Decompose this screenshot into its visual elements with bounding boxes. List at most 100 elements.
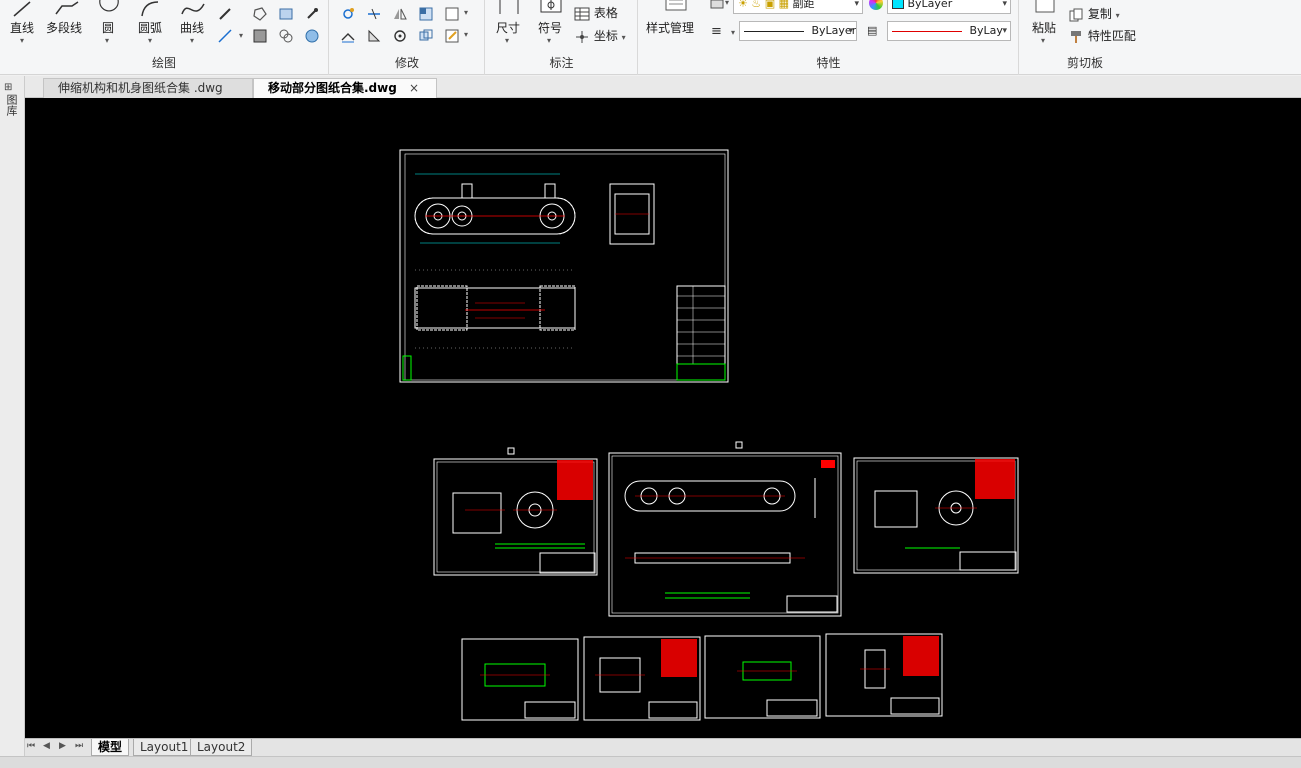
copy-icon — [1069, 8, 1083, 21]
move-icon[interactable] — [340, 6, 356, 22]
offset-icon[interactable] — [340, 28, 356, 44]
paste-dropdown-arrow[interactable]: ▾ — [1041, 36, 1045, 45]
drawing-canvas[interactable] — [25, 98, 1301, 738]
linetype-sample — [744, 30, 804, 32]
polyline-label: 多段线 — [46, 21, 83, 35]
panel-clipboard-label: 剪切板 — [1066, 56, 1103, 70]
dimension-icon — [499, 0, 519, 14]
edit-dropdown-arrow[interactable]: ▾ — [464, 30, 468, 39]
left-side-panel: ⊞ 图库 — [0, 76, 25, 768]
scale-icon[interactable] — [366, 28, 382, 44]
tab-layout1[interactable]: Layout1 — [133, 739, 196, 756]
last-layout-button[interactable]: ⏭ — [75, 741, 83, 751]
tab-layout2[interactable]: Layout2 — [190, 739, 253, 756]
construction-line-icon[interactable] — [217, 28, 233, 44]
coordinate-dropdown-arrow[interactable]: ▾ — [622, 33, 626, 42]
lineweight-value: ByLay — [969, 24, 1003, 37]
line-dropdown-arrow[interactable]: ▾ — [20, 36, 24, 45]
cloud-icon[interactable] — [304, 28, 320, 44]
line-label: 直线 — [10, 21, 35, 35]
dimension-button[interactable]: 尺寸 ▾ — [494, 0, 524, 50]
status-bar — [0, 756, 1301, 768]
copy-object-icon[interactable] — [418, 28, 434, 44]
color-wheel-icon[interactable] — [869, 0, 883, 10]
layer-props-dropdown-arrow[interactable]: ▾ — [725, 0, 729, 7]
sheet-small-1[interactable] — [461, 638, 579, 721]
sheet-small-3[interactable] — [704, 635, 821, 719]
paste-icon — [1035, 0, 1055, 13]
rectangle-icon[interactable] — [444, 6, 460, 22]
sheet-frame-part[interactable] — [608, 452, 842, 617]
region-icon[interactable] — [252, 6, 268, 22]
line-button[interactable]: 直线 ▾ — [6, 0, 42, 50]
next-layout-button[interactable]: ▶ — [59, 741, 66, 751]
model-space-drawing — [399, 149, 1019, 721]
curve-dropdown-arrow[interactable]: ▾ — [190, 36, 194, 45]
tab-model[interactable]: 模型 — [91, 739, 130, 756]
edit-icon[interactable] — [444, 28, 460, 44]
library-panel-icon[interactable]: ⊞ — [4, 82, 12, 93]
point-icon[interactable] — [304, 6, 320, 22]
sheet-part-left[interactable] — [433, 458, 598, 576]
table-button[interactable]: 表格 — [574, 4, 618, 22]
coordinate-icon — [576, 30, 588, 43]
lineweight-combo[interactable]: ByLay ▾ — [887, 21, 1011, 41]
layer-value: 副距 — [792, 0, 815, 10]
style-manager-icon — [665, 0, 687, 11]
table-label: 表格 — [593, 6, 618, 20]
circle-dropdown-arrow[interactable]: ▾ — [105, 36, 109, 45]
style-manager-button[interactable]: 样式管理 — [645, 0, 709, 50]
hatch-icon[interactable] — [252, 28, 268, 44]
symbol-button[interactable]: 符号 ▾ — [536, 0, 566, 50]
linetype-combo[interactable]: ByLayer ▾ — [739, 21, 857, 41]
construction-dropdown-arrow[interactable]: ▾ — [239, 31, 243, 40]
pen-icon[interactable] — [217, 6, 233, 22]
layer-combo[interactable]: ☀ ♨ ▣ ▦ 副距 ▾ — [733, 0, 863, 14]
rectangle-dropdown-arrow[interactable]: ▾ — [464, 8, 468, 17]
arc-dropdown-arrow[interactable]: ▾ — [148, 36, 152, 45]
copy-label: 复制 — [1087, 7, 1112, 21]
panel-modify-label: 修改 — [394, 56, 419, 70]
sheet-small-2[interactable] — [583, 636, 701, 721]
color-combo[interactable]: ByLayer ▾ — [887, 0, 1011, 14]
copy-dropdown-arrow[interactable]: ▾ — [1116, 11, 1120, 20]
mirror-icon[interactable] — [392, 6, 408, 22]
match-properties-label: 特性匹配 — [1087, 29, 1136, 43]
symbol-icon — [540, 0, 562, 13]
sheet-part-right[interactable] — [853, 457, 1019, 574]
dimension-dropdown-arrow[interactable]: ▾ — [505, 36, 509, 45]
paste-button[interactable]: 粘贴 ▾ — [1030, 0, 1060, 50]
array-icon[interactable] — [418, 6, 434, 22]
boundary-icon[interactable] — [278, 28, 294, 44]
viewport-marker — [735, 441, 743, 449]
symbol-dropdown-arrow[interactable]: ▾ — [547, 36, 551, 45]
curve-button[interactable]: 曲线 ▾ — [176, 0, 212, 50]
library-panel-tab[interactable]: 图库 — [5, 94, 19, 116]
circle-button[interactable]: 圆 ▾ — [94, 0, 124, 50]
trim-icon[interactable] — [366, 6, 382, 22]
linetype-icon[interactable]: ≡ — [711, 24, 722, 39]
polyline-button[interactable]: 多段线 — [46, 0, 90, 50]
copy-button[interactable]: 复制 ▾ — [1068, 5, 1120, 23]
first-layout-button[interactable]: ⏮ — [27, 741, 35, 751]
doc-tab-0[interactable]: 伸缩机构和机身图纸合集 .dwg — [43, 78, 253, 98]
ribbon: 直线 ▾ 多段线 圆 ▾ 圆弧 ▾ 曲线 ▾ ▾ 绘图 ▾ ▾ 修改 尺寸 ▾ … — [0, 0, 1301, 75]
linetype-dropdown-arrow: ▾ — [848, 26, 853, 36]
rotate-icon[interactable] — [392, 28, 408, 44]
sheet-small-4[interactable] — [825, 633, 943, 717]
lineweight-icon[interactable]: ▤ — [867, 24, 877, 37]
viewport-marker — [507, 447, 515, 455]
arc-button[interactable]: 圆弧 ▾ — [134, 0, 168, 50]
close-icon[interactable]: × — [409, 81, 419, 95]
gradient-icon[interactable] — [278, 6, 294, 22]
arc-icon — [141, 1, 159, 17]
document-tab-strip: 伸缩机构和机身图纸合集 .dwg 移动部分图纸合集.dwg × — [25, 76, 1301, 98]
sheet-main-assembly[interactable] — [399, 149, 729, 383]
linetype-icon-dropdown-arrow[interactable]: ▾ — [731, 28, 735, 37]
match-properties-button[interactable]: 特性匹配 — [1068, 27, 1136, 45]
coordinate-button[interactable]: 坐标 ▾ — [574, 27, 626, 45]
doc-tab-1[interactable]: 移动部分图纸合集.dwg × — [253, 78, 437, 98]
arc-label: 圆弧 — [138, 21, 163, 35]
layer-properties-icon[interactable] — [709, 0, 725, 12]
prev-layout-button[interactable]: ◀ — [43, 741, 50, 751]
